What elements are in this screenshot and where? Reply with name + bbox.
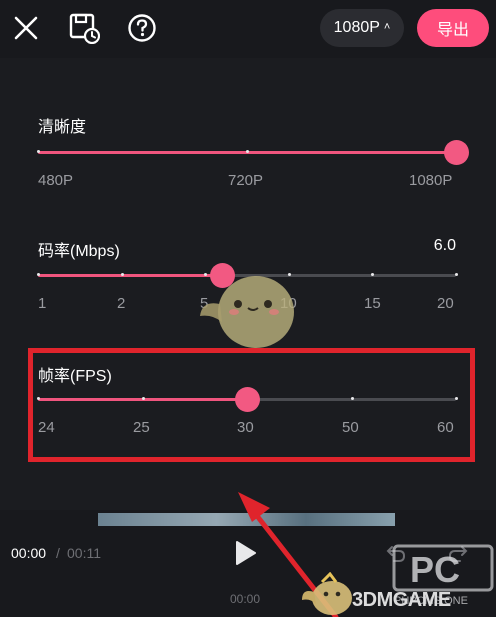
bitrate-slider-tick <box>455 273 458 276</box>
current-time: 00:00 <box>11 545 47 561</box>
resolution-selector[interactable]: 1080P ˄ <box>320 9 404 47</box>
help-button[interactable] <box>124 10 160 46</box>
export-settings-screen: 1080P ˄ 导出 清晰度 480P 720P 1080P 码率(Mbps) … <box>0 0 496 617</box>
save-draft-icon <box>69 13 100 44</box>
bitrate-tick-label: 2 <box>117 295 126 312</box>
resolution-tick-label: 1080P <box>409 172 453 189</box>
bitrate-tick-label: 1 <box>38 295 47 312</box>
resolution-title: 清晰度 <box>38 119 87 136</box>
time-separator: / <box>56 545 60 561</box>
save-draft-button[interactable] <box>66 10 102 46</box>
close-button[interactable] <box>8 10 44 46</box>
bitrate-tick-label: 15 <box>364 295 381 312</box>
bitrate-slider-tick <box>371 273 375 276</box>
export-button[interactable]: 导出 <box>417 9 489 47</box>
close-icon <box>14 16 38 40</box>
resolution-selector-label: 1080P <box>333 19 380 36</box>
bitrate-tick-label: 20 <box>437 295 454 312</box>
bitrate-title: 码率(Mbps) <box>38 243 120 260</box>
svg-text:PC: PC <box>410 549 460 590</box>
mascot-watermark-image <box>200 276 294 348</box>
svg-text:PHPCMS.ONE: PHPCMS.ONE <box>394 595 468 607</box>
bitrate-slider-tick <box>37 273 40 276</box>
bitrate-slider-tick <box>120 273 124 276</box>
total-time: 00:11 <box>67 545 101 561</box>
resolution-tick-label: 480P <box>38 172 74 189</box>
top-bar: 1080P ˄ 导出 <box>0 0 496 58</box>
resolution-slider-tick <box>246 150 249 153</box>
resolution-slider-tick <box>37 150 40 153</box>
resolution-slider[interactable] <box>37 140 469 165</box>
help-icon <box>128 14 156 42</box>
bitrate-slider-fill <box>38 274 222 277</box>
bitrate-value: 6.0 <box>433 237 456 254</box>
pc-logo-watermark: PC PHPCMS.ONE <box>392 544 494 607</box>
chevron-up-icon: ˄ <box>383 21 391 33</box>
framerate-highlight-box <box>28 348 475 462</box>
small-mascot-watermark <box>302 572 352 615</box>
resolution-slider-knob[interactable] <box>444 140 469 165</box>
resolution-tick-label: 720P <box>228 172 264 189</box>
